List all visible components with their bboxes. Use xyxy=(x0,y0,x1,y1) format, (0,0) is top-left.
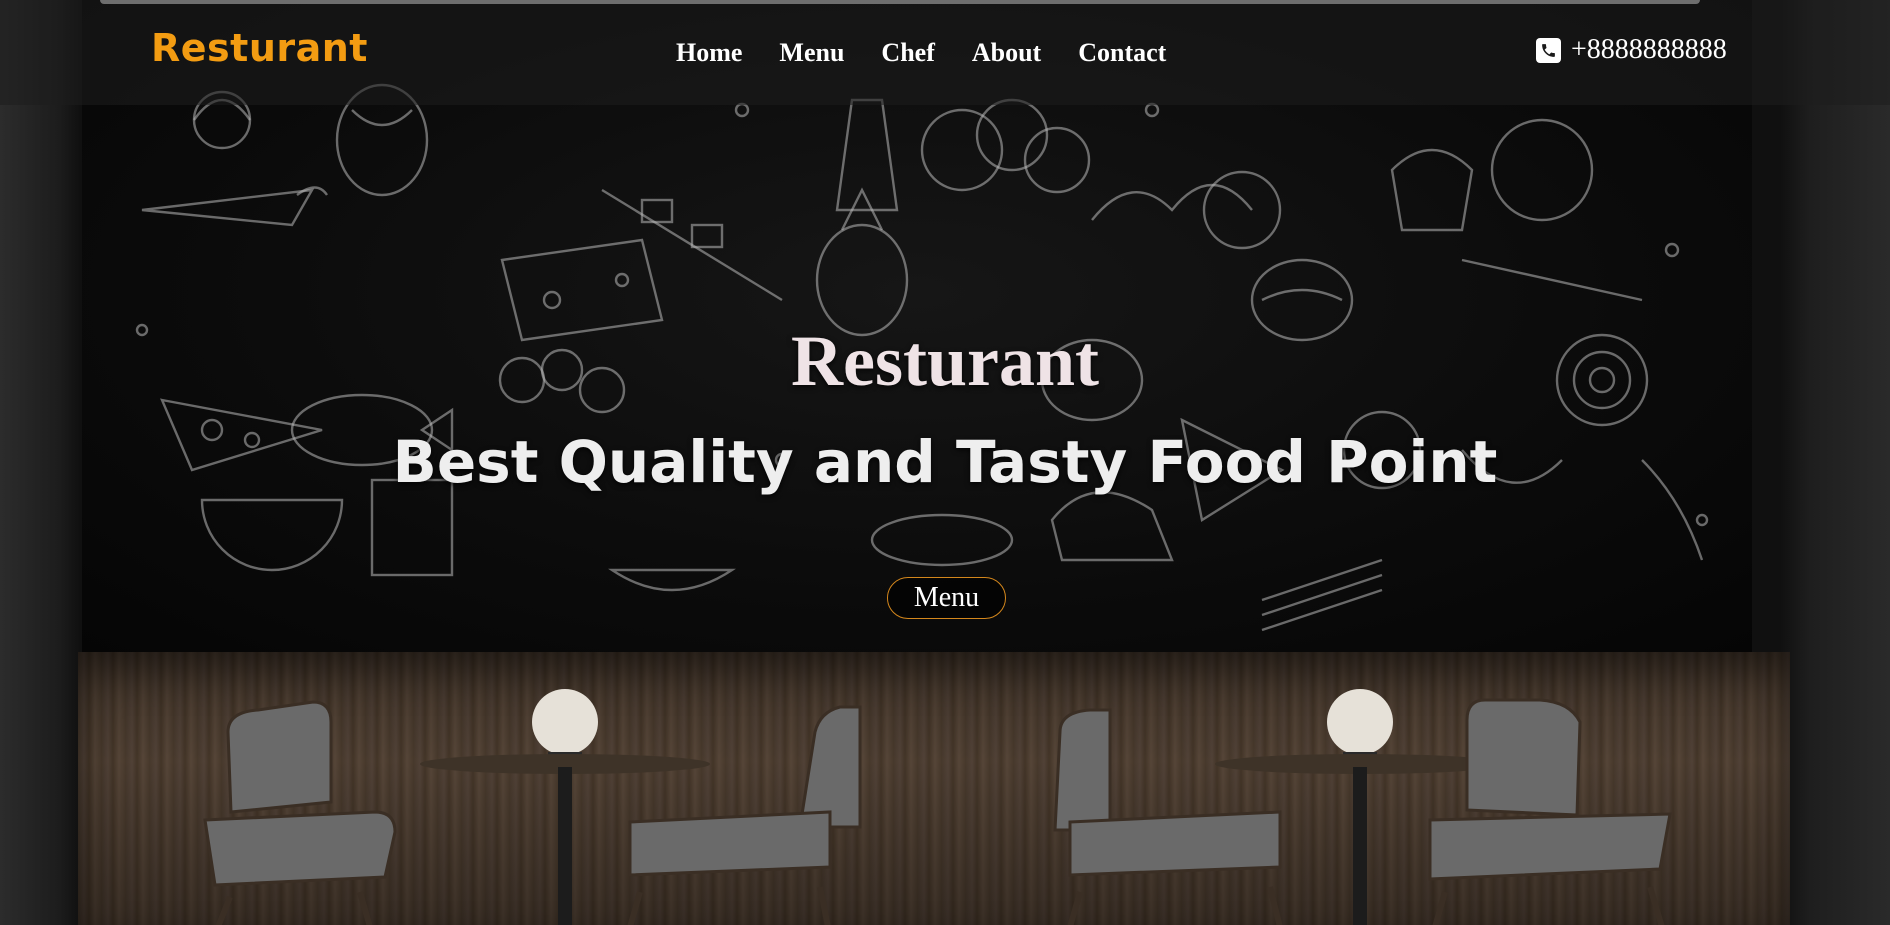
nav-contact[interactable]: Contact xyxy=(1078,38,1166,68)
main-nav: Home Menu Chef About Contact xyxy=(676,38,1203,68)
phone-number: +8888888888 xyxy=(1571,34,1727,65)
menu-button[interactable]: Menu xyxy=(887,577,1006,619)
hero-section: Resturant Home Menu Chef About Contact +… xyxy=(0,0,1890,925)
tables-and-chairs-illustration xyxy=(203,689,1672,925)
site-logo[interactable]: Resturant xyxy=(151,26,368,70)
nav-about[interactable]: About xyxy=(972,38,1041,68)
nav-chef[interactable]: Chef xyxy=(881,38,934,68)
phone-icon xyxy=(1536,37,1561,63)
top-navigation-bar: Resturant Home Menu Chef About Contact +… xyxy=(0,0,1890,105)
hero-subtitle: Best Quality and Tasty Food Point xyxy=(392,428,1498,496)
phone-contact[interactable]: +8888888888 xyxy=(1536,34,1727,66)
hero-title: Resturant xyxy=(791,321,1099,401)
nav-home[interactable]: Home xyxy=(676,38,742,68)
nav-menu[interactable]: Menu xyxy=(779,38,844,68)
